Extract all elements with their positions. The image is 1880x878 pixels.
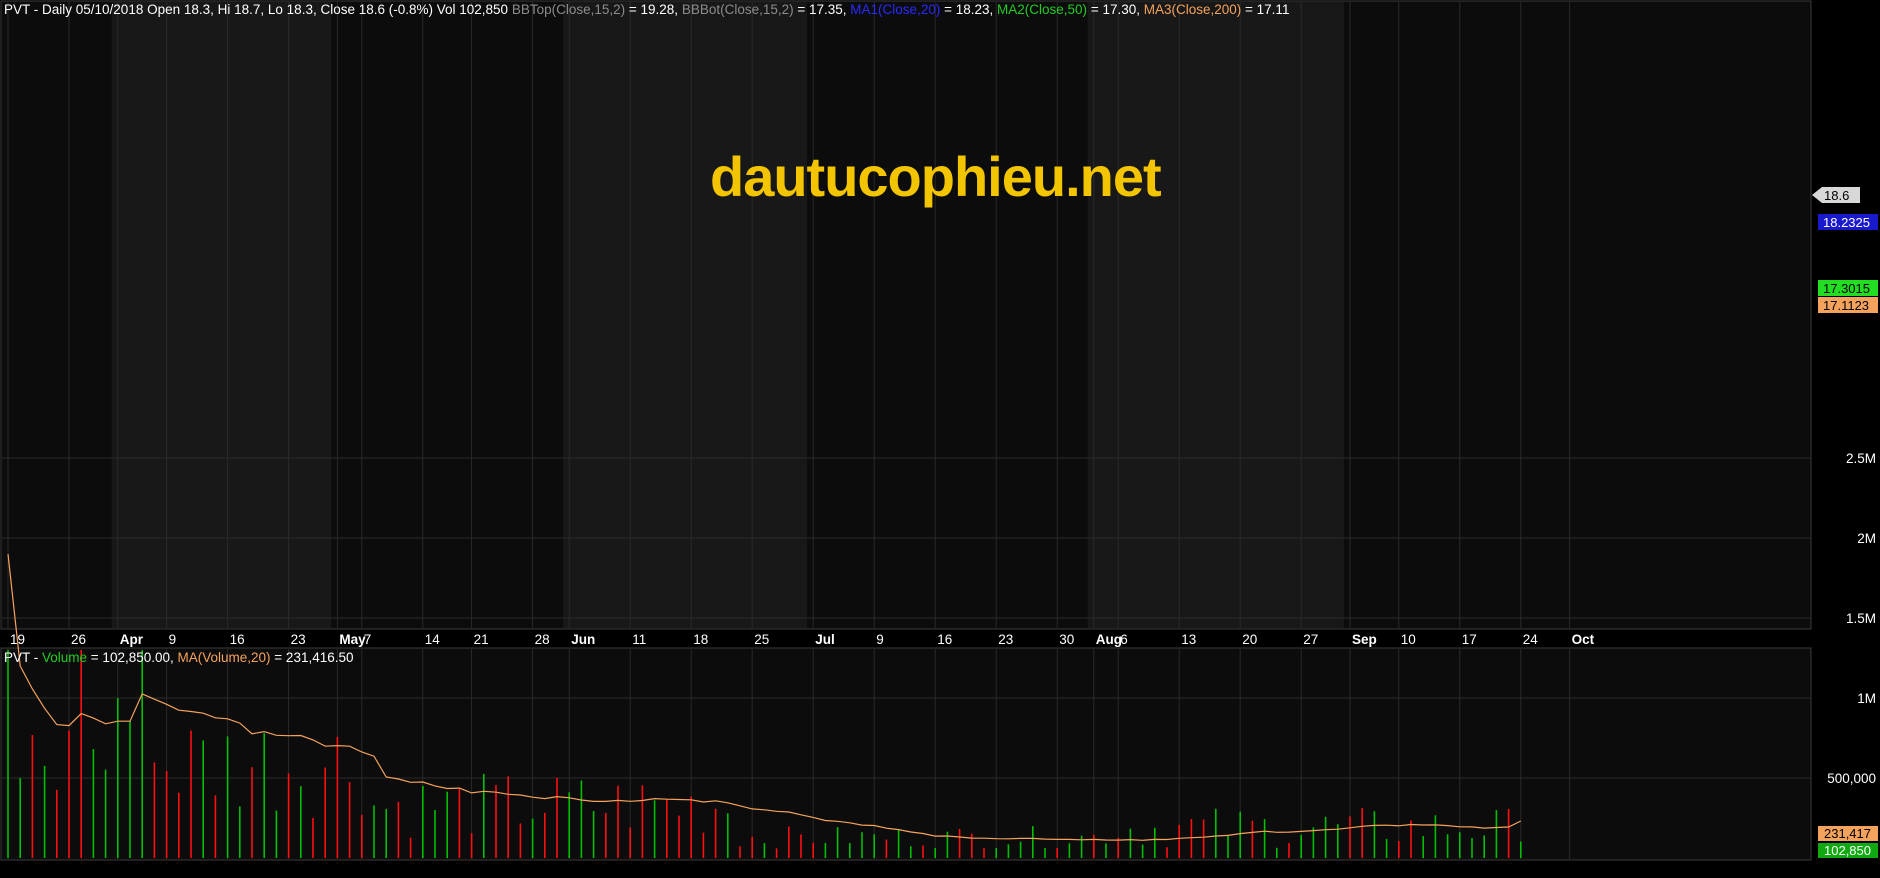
- date-tick-label: Oct: [1572, 632, 1595, 647]
- volume-tick-label: 1.5M: [1846, 611, 1876, 626]
- volume-tick-label: 1M: [1857, 691, 1876, 706]
- date-tick-label: 16: [937, 632, 952, 647]
- volume-badge: 102,850: [1818, 843, 1878, 858]
- ma2-label: MA2(Close,50): [993, 2, 1087, 17]
- watermark: dautucophieu.net: [710, 145, 1161, 208]
- volume-tick-label: 2M: [1857, 531, 1876, 546]
- date-tick-label: 11: [632, 632, 646, 647]
- date-tick-label: Jul: [815, 632, 835, 647]
- volma-label: MA(Volume,20): [178, 650, 271, 665]
- ma3-label: MA3(Close,200): [1140, 2, 1241, 17]
- date-tick-label: 23: [998, 632, 1013, 647]
- month-band: [1087, 2, 1344, 628]
- date-tick-label: 9: [169, 632, 177, 647]
- bbtop-label: BBTop(Close,15,2): [508, 2, 625, 17]
- month-band: [111, 2, 332, 628]
- volume-tick-label: 2.5M: [1846, 451, 1876, 466]
- ma2-value: = 17.30,: [1087, 2, 1140, 17]
- price-header: PVT - Daily 05/10/2018 Open 18.3, Hi 18.…: [4, 2, 1289, 17]
- ma2-badge: 17.3015: [1818, 280, 1878, 296]
- volume-title: PVT -: [4, 650, 42, 665]
- date-tick-label: 24: [1523, 632, 1539, 647]
- bbbot-label: BBBot(Close,15,2): [678, 2, 794, 17]
- bbtop-value: = 19.28,: [625, 2, 678, 17]
- price-panel-shading: [111, 2, 1344, 628]
- date-tick-label: 28: [535, 632, 550, 647]
- date-tick-label: 7: [364, 632, 372, 647]
- date-tick-label: 25: [754, 632, 769, 647]
- date-tick-label: May: [339, 632, 366, 647]
- date-tick-label: 18: [693, 632, 708, 647]
- volume-header: PVT - Volume = 102,850.00, MA(Volume,20)…: [4, 650, 354, 665]
- date-tick-label: 17: [1462, 632, 1477, 647]
- svg-text:18.6: 18.6: [1824, 188, 1849, 203]
- close-price-badge: 18.6: [1812, 187, 1860, 203]
- volume-tick-label: 500,000: [1827, 771, 1876, 786]
- ma3-badge: 17.1123: [1818, 297, 1878, 313]
- volma-value: = 231,416.50: [271, 650, 354, 665]
- volume-panel: [0, 647, 1812, 861]
- date-tick-label: 30: [1059, 632, 1074, 647]
- volume-ma-badge: 231,417: [1818, 826, 1878, 841]
- date-tick-label: 16: [230, 632, 245, 647]
- date-tick-label: 6: [1120, 632, 1128, 647]
- svg-text:231,417: 231,417: [1824, 826, 1871, 841]
- date-tick-label: Aug: [1096, 632, 1122, 647]
- stock-chart[interactable]: dautucophieu.net 12.513.013.514.014.515.…: [0, 0, 1880, 878]
- date-tick-label: 27: [1303, 632, 1318, 647]
- date-tick-label: Apr: [120, 632, 144, 647]
- date-tick-label: 23: [291, 632, 306, 647]
- date-tick-label: 13: [1181, 632, 1196, 647]
- date-tick-label: 26: [71, 632, 86, 647]
- svg-text:17.3015: 17.3015: [1823, 281, 1870, 296]
- date-tick-label: 10: [1401, 632, 1416, 647]
- volume-label: Volume: [42, 650, 87, 665]
- date-tick-label: Sep: [1352, 632, 1377, 647]
- svg-text:102,850: 102,850: [1824, 843, 1871, 858]
- ma1-badge: 18.2325: [1818, 214, 1878, 230]
- date-tick-label: Jun: [571, 632, 595, 647]
- price-title: PVT - Daily 05/10/2018 Open 18.3, Hi 18.…: [4, 2, 508, 17]
- svg-text:18.2325: 18.2325: [1823, 215, 1870, 230]
- date-tick-label: 20: [1242, 632, 1257, 647]
- date-tick-label: 14: [425, 632, 441, 647]
- bbbot-value: = 17.35,: [794, 2, 847, 17]
- ma3-value: = 17.11: [1241, 2, 1289, 17]
- ma1-label: MA1(Close,20): [847, 2, 941, 17]
- volume-value: = 102,850.00,: [87, 650, 177, 665]
- ma1-value: = 18.23,: [940, 2, 993, 17]
- date-tick-label: 21: [474, 632, 489, 647]
- month-band: [563, 2, 808, 628]
- date-tick-label: 19: [10, 632, 25, 647]
- svg-text:17.1123: 17.1123: [1823, 298, 1869, 313]
- date-tick-label: 9: [876, 632, 884, 647]
